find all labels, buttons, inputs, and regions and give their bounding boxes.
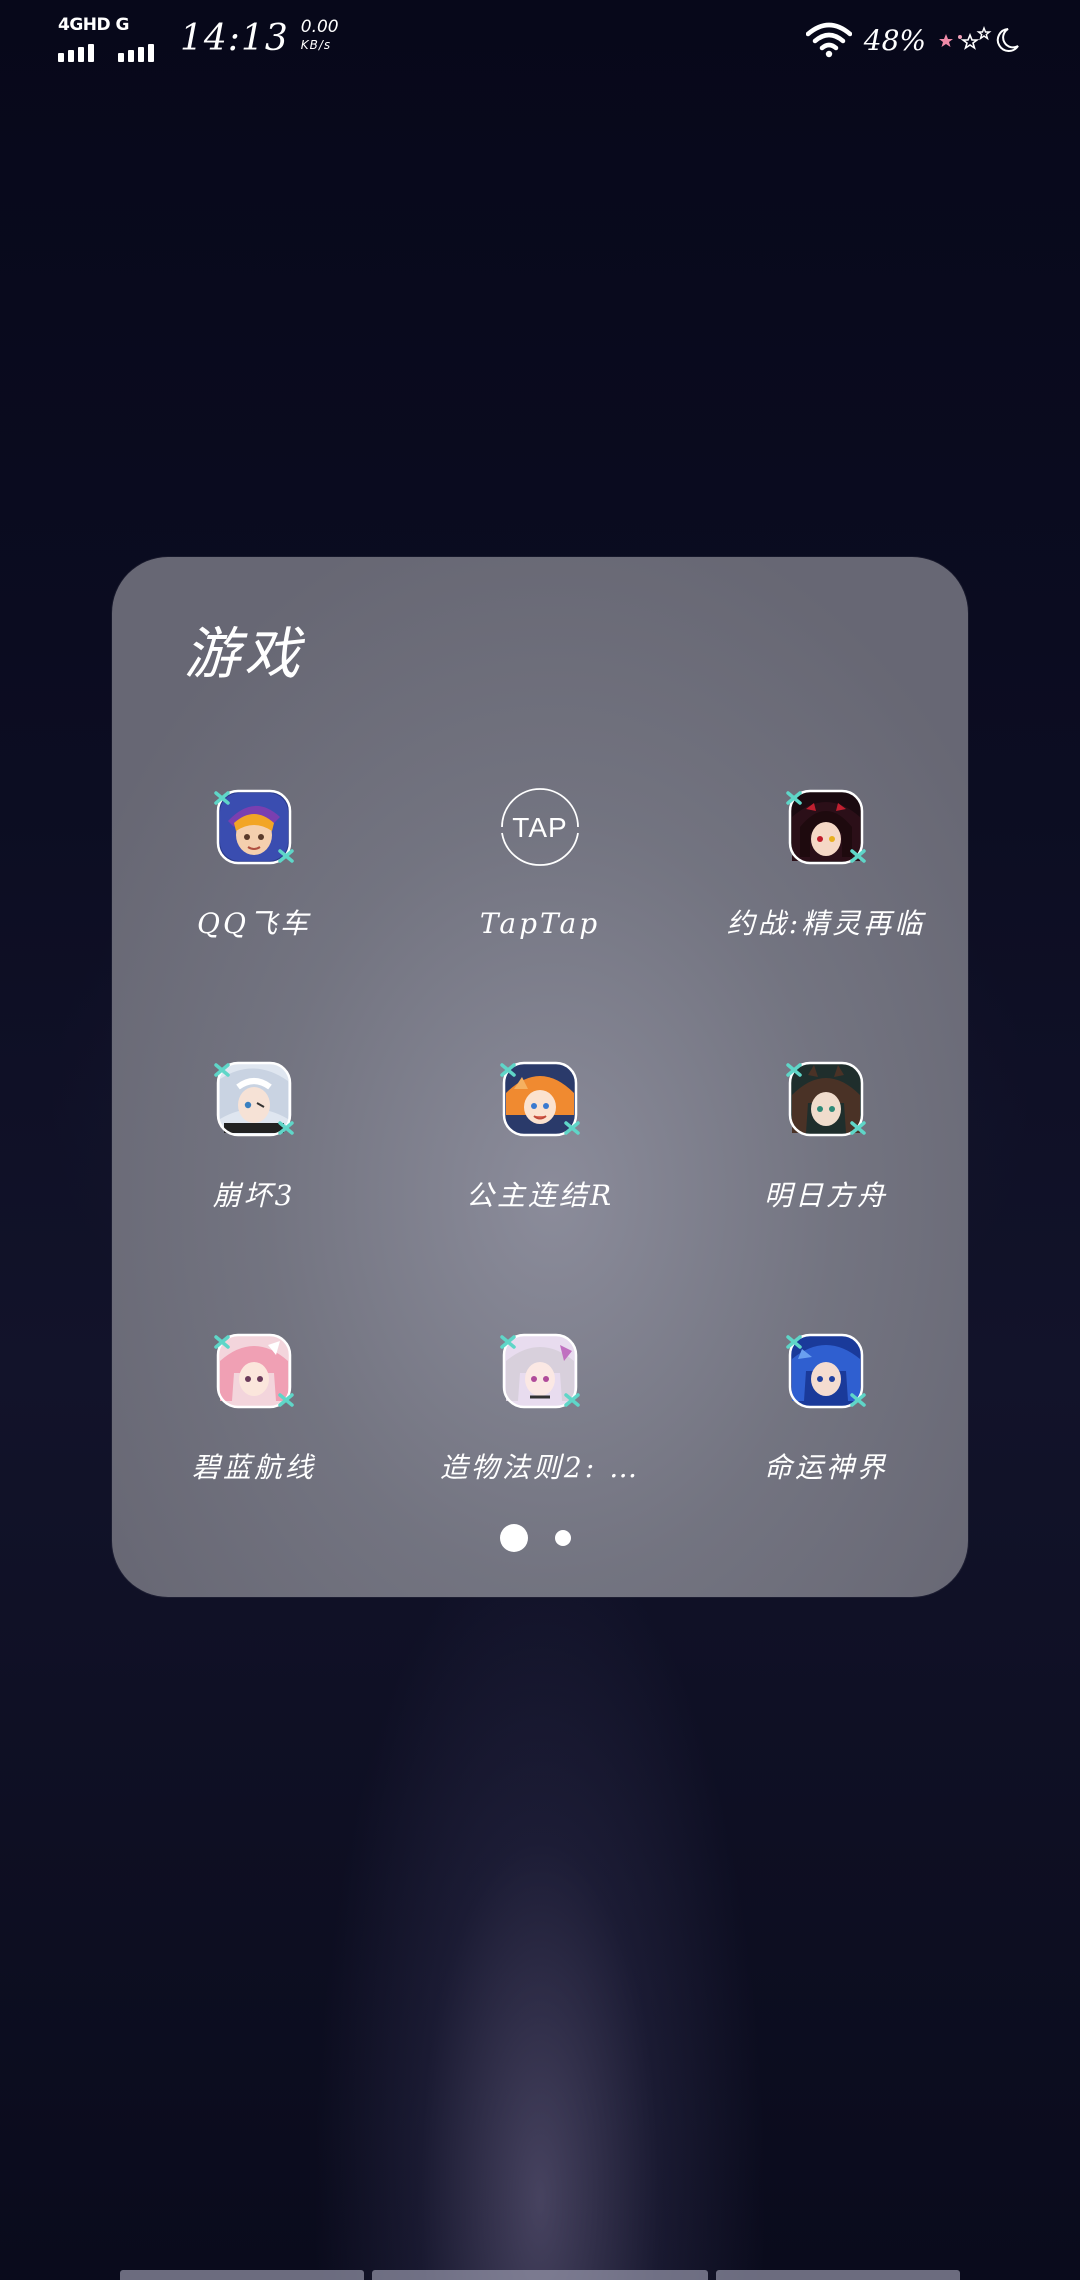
app-arknights[interactable]: 明日方舟 (684, 1059, 968, 1259)
creation-rule-2-app-icon (500, 1333, 580, 1409)
status-bar: 4GHD G 14:13 0.00 KB/s 48% (0, 0, 1080, 76)
signal-icon (58, 44, 94, 62)
taptap-app-icon: TAP (501, 788, 579, 866)
network-speed-value: 0.00 (300, 17, 339, 37)
app-label: 明日方舟 (763, 1179, 888, 1212)
fate-realm-app-icon (786, 1333, 866, 1409)
wifi-icon (805, 22, 852, 58)
network-type-label: 4GHD G (58, 15, 130, 35)
status-right: 48% (805, 18, 1022, 62)
princess-connect-app-icon (500, 1061, 580, 1137)
page-indicator[interactable] (112, 1523, 968, 1553)
app-label: 碧蓝航线 (191, 1451, 316, 1484)
app-creation-rule-2[interactable]: 造物法则2: … (398, 1331, 682, 1531)
star-moon-deco-icon (939, 26, 1019, 52)
dock-segment (120, 2270, 364, 2280)
network-speed: 0.00 KB/s (301, 18, 339, 54)
page-dot-active[interactable] (500, 1524, 528, 1552)
honkai-3-app-icon (214, 1061, 294, 1137)
app-fate-realm[interactable]: 命运神界 (684, 1331, 968, 1531)
battery-percentage: 48% (863, 23, 926, 57)
app-honkai-3[interactable]: 崩坏3 (112, 1059, 396, 1259)
signal-icon (118, 44, 154, 62)
dock-segment (716, 2270, 960, 2280)
app-label: QQ飞车 (197, 907, 311, 940)
app-label: 约战:精灵再临 (726, 907, 926, 940)
status-left: 4GHD G 14:13 0.00 KB/s (58, 14, 339, 64)
app-grid: QQ飞车 TAP TapTap 约战:精灵再临 崩坏3 公主连结R 明日方舟 碧… (112, 557, 968, 1597)
app-azur-lane[interactable]: 碧蓝航线 (112, 1331, 396, 1531)
arknights-app-icon (786, 1061, 866, 1137)
app-label: TapTap (479, 907, 601, 940)
dock-segment (372, 2270, 708, 2280)
app-label: 造物法则2: … (439, 1451, 641, 1484)
svg-text:TAP: TAP (512, 812, 567, 843)
page-dot[interactable] (555, 1530, 571, 1546)
azur-lane-app-icon (214, 1333, 294, 1409)
network-speed-unit: KB/s (300, 38, 332, 52)
app-label: 命运神界 (763, 1451, 888, 1484)
app-princess-connect[interactable]: 公主连结R (398, 1059, 682, 1259)
dock-strip (0, 2270, 1080, 2280)
app-label: 崩坏3 (212, 1179, 296, 1212)
app-taptap[interactable]: TAP TapTap (398, 787, 682, 987)
app-label: 公主连结R (465, 1179, 615, 1212)
app-qq-speed[interactable]: QQ飞车 (112, 787, 396, 987)
mobile-signal-block: 4GHD G (58, 14, 154, 62)
app-date-a-live[interactable]: 约战:精灵再临 (684, 787, 968, 987)
game-folder-panel: 游戏 QQ飞车 TAP TapTap 约战:精灵再临 崩坏3 公主连结R 明日方… (112, 557, 968, 1597)
status-clock: 14:13 (180, 18, 289, 59)
qq-speed-app-icon (214, 789, 294, 865)
date-a-live-app-icon (786, 789, 866, 865)
